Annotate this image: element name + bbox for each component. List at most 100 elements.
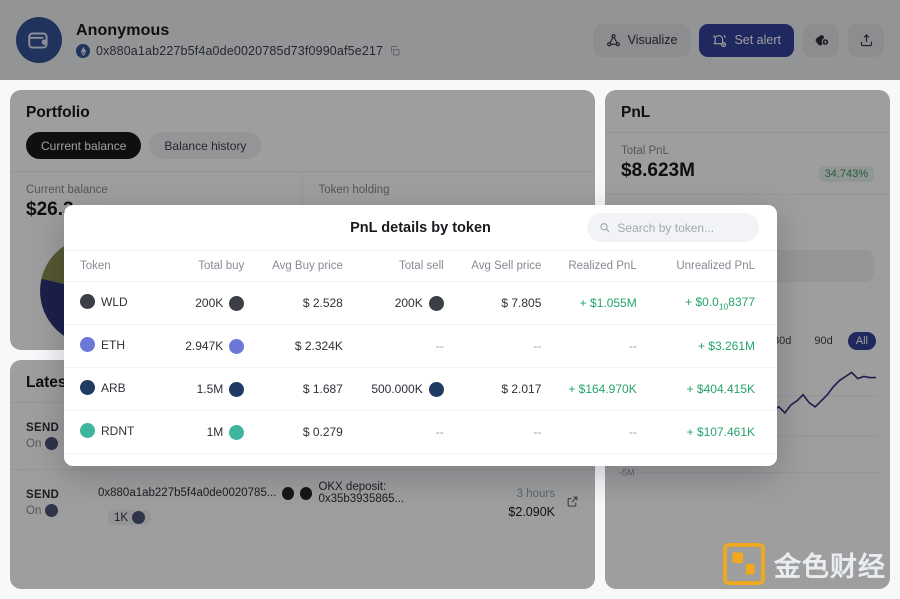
copy-icon[interactable] [389,45,401,57]
token-icon [229,338,245,354]
table-header-row: Token Total buy Avg Buy price Total sell Avg… [64,250,777,282]
column-header-2: Avg Buy price [244,250,343,282]
current-balance-label: Current balance [26,184,108,196]
wallet-icon [28,32,48,49]
cell-avg-sell-price: -- [443,453,542,466]
external-link-icon[interactable] [555,495,579,511]
ethereum-icon [45,437,59,450]
watermark-text: 金色财经 [774,551,886,582]
cell-realized-pnl: + $1.055M [541,281,637,325]
range-90d[interactable]: 90d [806,332,840,350]
visualize-button[interactable]: Visualize [592,23,691,57]
transaction-row[interactable]: SEND On0x880a1ab227b5f4a0de0020785... OKX … [10,469,595,536]
cell-avg-buy-price: $ 0.279 [244,410,343,454]
zapper-icon [282,486,295,500]
cell-token: RDNT [64,410,163,454]
cell-realized-pnl: + $164.970K [541,367,637,411]
cell-total-sell: 200K [342,281,444,325]
token-icon [80,337,95,352]
pnl-title: PnL [621,104,651,121]
share-upload-icon [860,33,872,46]
cell-avg-buy-price: $ 2.324K [244,324,343,368]
range-All[interactable]: All [847,331,876,350]
tab-current-balance[interactable]: Current balance [26,132,142,159]
token-holding-label: Token holding [318,184,390,196]
table-row[interactable]: RDNT 1M $ 0.279 -- -- -- + $107.461K [64,410,777,454]
cell-token: ARB [64,367,163,411]
token-symbol: ETH [101,337,125,352]
cell-unrealized-pnl: + $107.461K [636,410,777,454]
share-button[interactable] [848,23,884,57]
total-pnl-label: Total PnL [621,145,669,157]
logo-icon [723,543,765,585]
cell-total-buy: 3.003K [162,453,245,466]
cell-unrealized-pnl: + $0.0108377 [636,281,777,325]
tx-amount: 1K [108,510,152,525]
alert-bell-icon [713,34,727,47]
tx-to-address: OKX deposit: 0x35b3935865... [318,481,405,505]
total-pnl-block: Total PnL $8.623M 34.743% [605,133,890,194]
token-symbol: RDNT [101,423,135,438]
cell-total-buy: 1.5M [162,367,245,411]
cell-realized-pnl: -- [541,324,637,368]
cell-avg-buy-price: $ 2.528 [244,281,343,325]
column-header-1: Total buy [162,250,245,282]
address-row[interactable]: 0x880a1ab227b5f4a0de0020785d73f0990af5e2… [76,44,401,58]
cell-unrealized-pnl: + $404.415K [636,367,777,411]
pnl-total-split: Total PnL $8.623M 34.743% [605,132,890,195]
column-header-4: Avg Sell price [443,250,542,282]
tx-time: 3 hours [516,487,555,500]
table-row[interactable]: STE...3.003K$ 2.216K------+ $3.630M [64,453,777,466]
tx-kind: SEND On [26,489,98,517]
cell-token: STE... [64,453,163,466]
token-icon [80,380,95,395]
ethereum-icon [76,44,90,58]
cell-total-sell: -- [342,410,444,454]
header-actions: Visualize Set alert [592,23,884,57]
token-icon [80,423,95,438]
token-symbol: ARB [101,380,126,395]
exponent: 10 [718,301,729,312]
wallet-address: 0x880a1ab227b5f4a0de0020785d73f0990af5e2… [96,44,384,58]
set-alert-button[interactable]: Set alert [699,23,794,57]
top-header: Anonymous 0x880a1ab227b5f4a0de0020785d73… [0,0,900,80]
search-box[interactable] [587,213,759,242]
table-row[interactable]: ETH 2.947K $ 2.324K -- -- -- + $3.261M [64,324,777,368]
cell-avg-sell-price: $ 2.017 [443,367,542,411]
app-root: Anonymous 0x880a1ab227b5f4a0de0020785d73… [0,0,900,599]
table-header: Token Total buy Avg Buy price Total sell Avg… [64,250,777,282]
tag-button[interactable] [803,23,839,57]
cell-total-sell: -- [342,453,444,466]
tx-type: SEND [26,489,60,501]
column-header-5: Realized PnL [541,250,637,282]
column-header-3: Total sell [342,250,444,282]
table-row[interactable]: ARB 1.5M $ 1.687 500.000K $ 2.017 + $164.970K… [64,367,777,411]
column-header-6: Unrealized PnL [636,250,777,282]
network-nodes-icon [606,33,620,46]
search-input[interactable] [617,220,747,235]
pnl-details-modal: PnL details by token TokenTotal buyAvg B… [64,205,777,466]
token-icon [80,294,95,309]
identity-block: Anonymous 0x880a1ab227b5f4a0de0020785d73… [76,22,401,58]
cell-total-buy: 200K [162,281,245,325]
cell-total-buy: 1M [162,410,245,454]
cell-realized-pnl: -- [541,453,637,466]
table-row[interactable]: WLD 200K $ 2.528 200K $ 7.805 + $1.055M + $0.0… [64,281,777,325]
cell-token: ETH [64,324,163,368]
cell-avg-sell-price: -- [443,324,542,368]
axis-label-neg5m: -5M [619,467,635,477]
cell-total-buy: 2.947K [162,324,245,368]
cell-token: WLD [64,281,163,325]
tag-plus-icon [815,34,828,45]
search-icon [600,223,610,233]
total-pnl-value: $8.623M [621,160,695,181]
cell-total-sell: 500.000K [342,367,444,411]
tab-balance-history[interactable]: Balance history [149,132,262,159]
account-name: Anonymous [76,22,170,39]
tx-value: $2.090K [508,504,555,519]
column-header-0: Token [64,250,163,282]
cell-avg-buy-price: $ 2.216K [244,453,343,466]
tx-chain: On [26,504,98,517]
tx-parties: 0x880a1ab227b5f4a0de0020785... OKX deposi… [98,481,463,505]
visualize-label: Visualize [627,33,678,47]
